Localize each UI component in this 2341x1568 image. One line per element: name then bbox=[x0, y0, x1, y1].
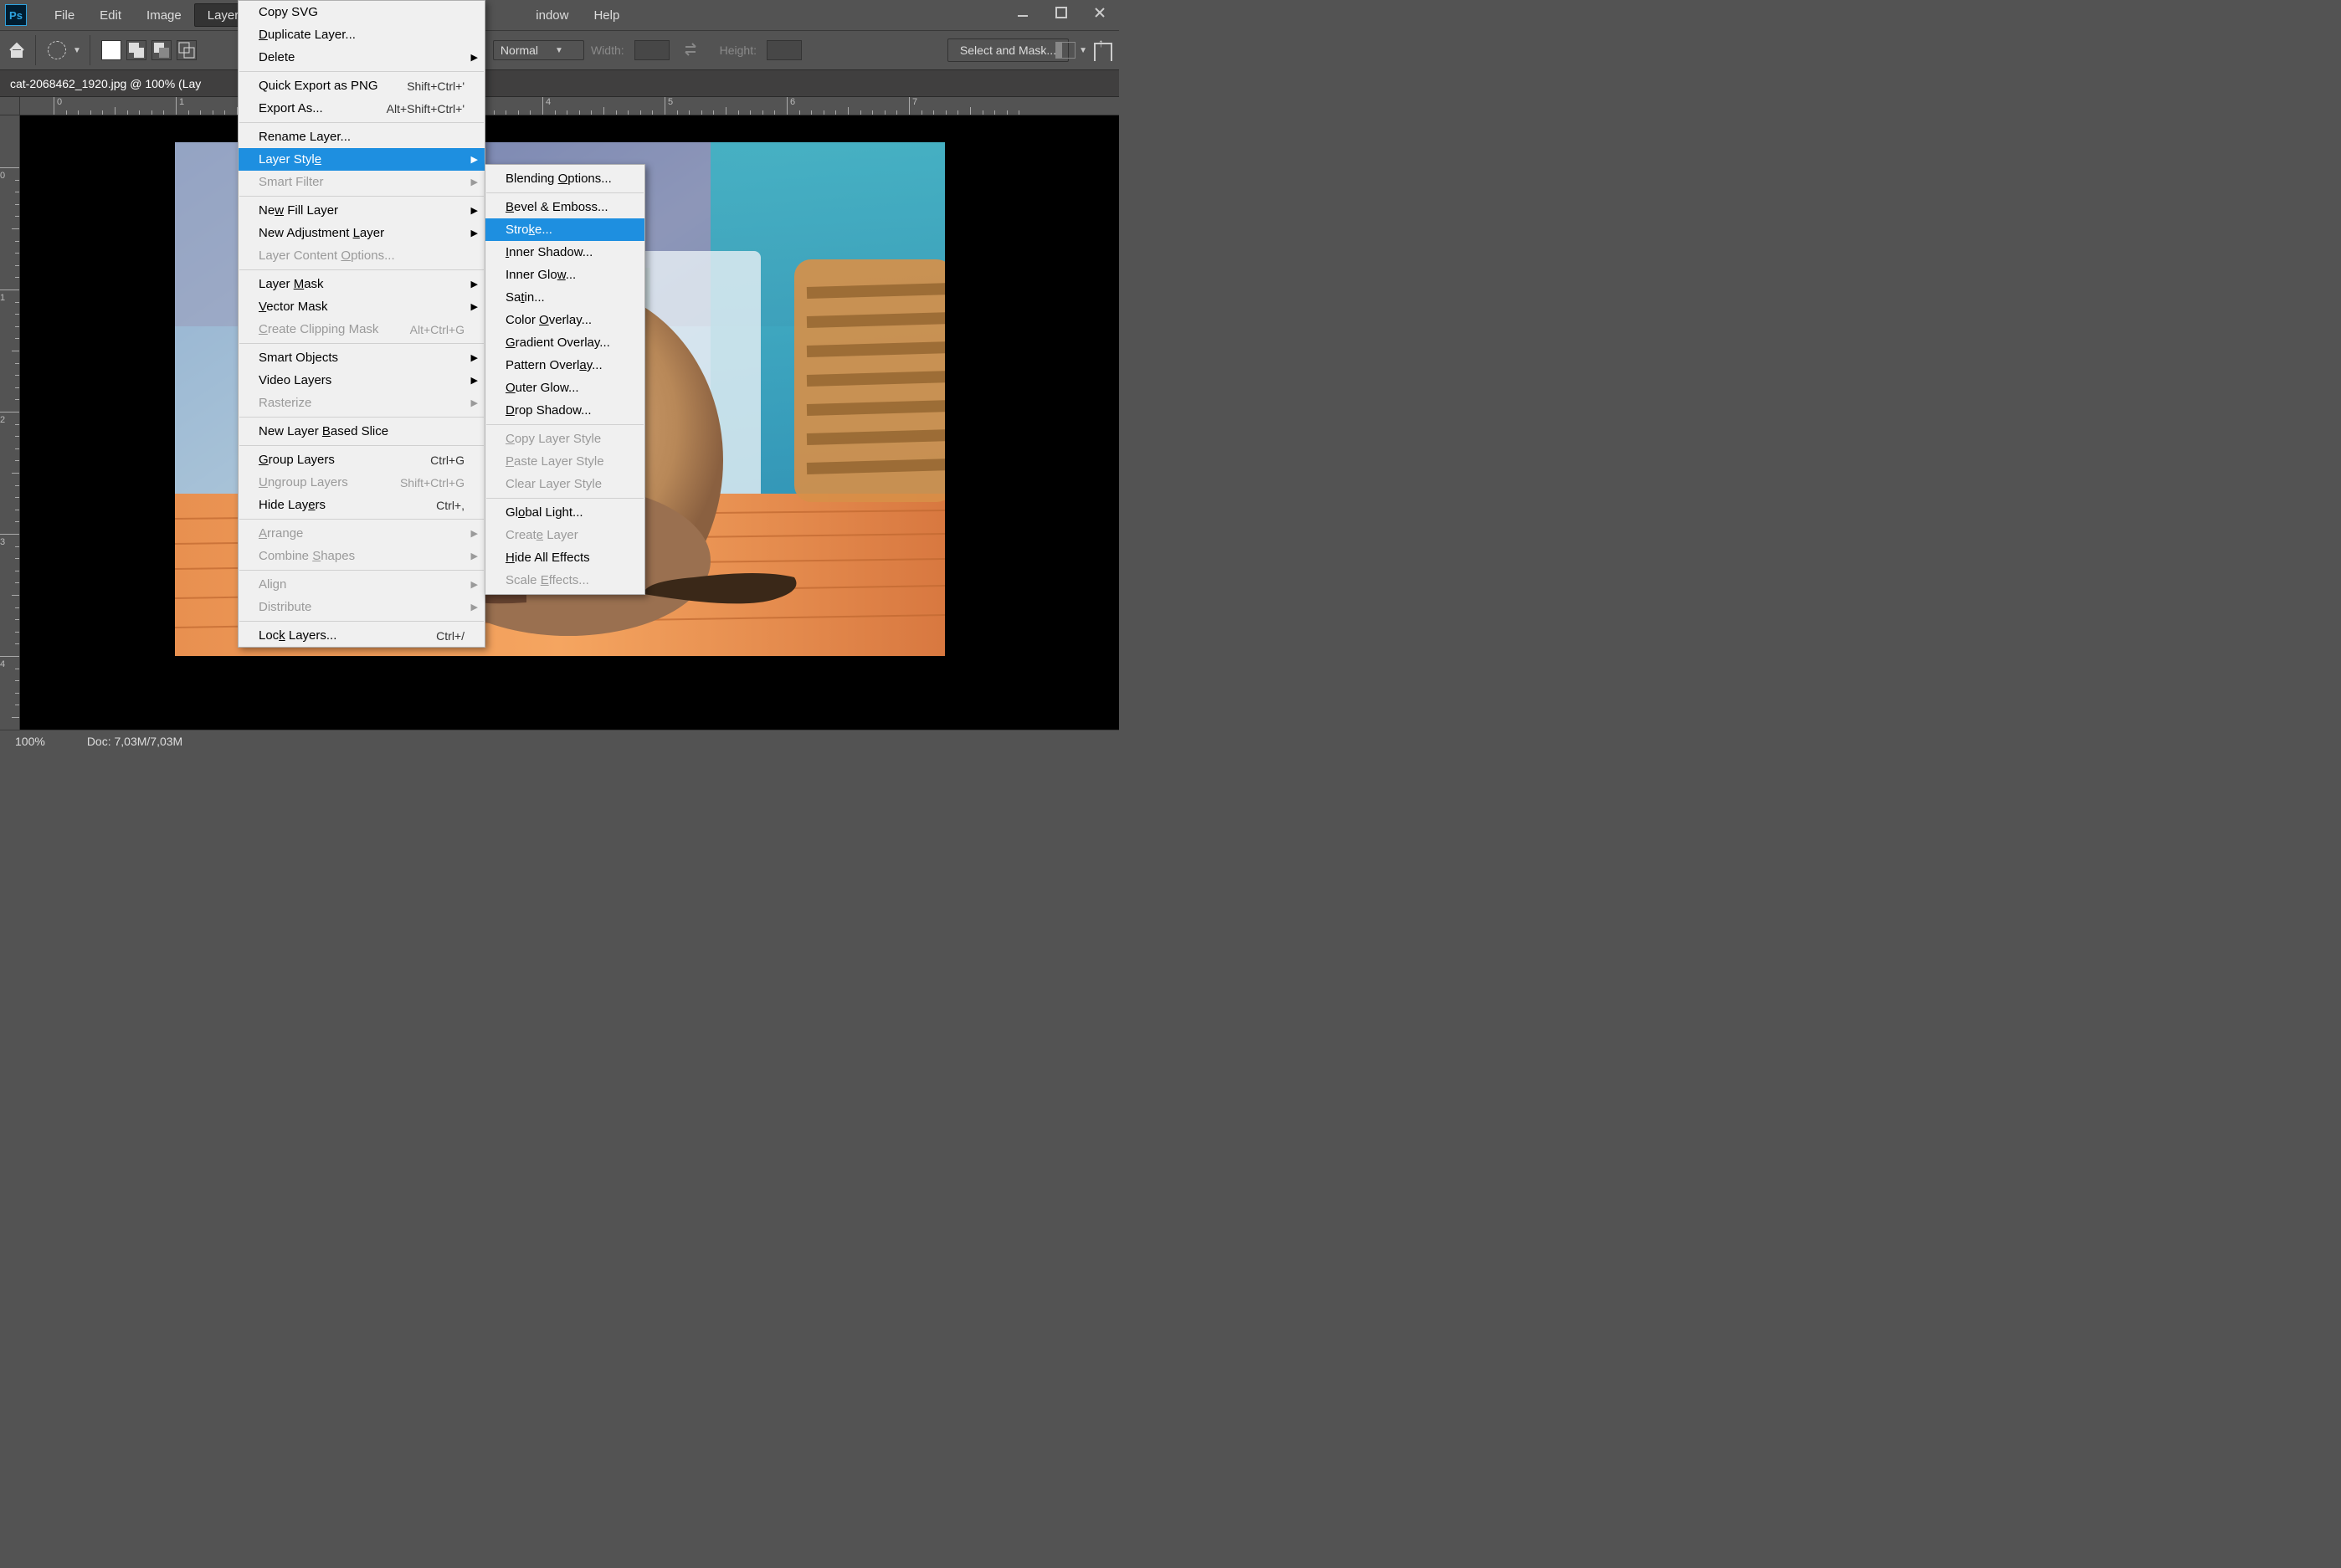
layer-style-submenu: Blending Options... Bevel & Emboss...Stro… bbox=[485, 164, 645, 595]
height-label: Height: bbox=[720, 44, 757, 57]
menu-item[interactable]: Copy SVG bbox=[239, 1, 485, 23]
doc-size: Doc: 7,03M/7,03M bbox=[87, 735, 182, 748]
menu-item[interactable]: Gradient Overlay... bbox=[485, 331, 644, 354]
select-and-mask-button[interactable]: Select and Mask... bbox=[947, 38, 1069, 62]
ruler-corner bbox=[0, 97, 20, 115]
selection-new-icon[interactable] bbox=[101, 40, 121, 60]
style-select[interactable]: Normal▼ bbox=[493, 40, 584, 60]
menu-window[interactable]: indow bbox=[523, 3, 581, 27]
menu-item[interactable]: Global Light... bbox=[485, 501, 644, 524]
menu-file[interactable]: File bbox=[42, 3, 87, 27]
menu-image[interactable]: Image bbox=[134, 3, 194, 27]
menu-item[interactable]: Drop Shadow... bbox=[485, 399, 644, 422]
menu-item: Clear Layer Style bbox=[485, 473, 644, 495]
close-button[interactable] bbox=[1081, 0, 1119, 25]
menu-item: Create Clipping MaskAlt+Ctrl+G bbox=[239, 318, 485, 341]
menu-item: Copy Layer Style bbox=[485, 428, 644, 450]
width-input[interactable] bbox=[634, 40, 670, 60]
share-icon[interactable] bbox=[1094, 43, 1112, 61]
selection-subtract-icon[interactable] bbox=[151, 40, 172, 60]
menu-item: Distribute▶ bbox=[239, 596, 485, 618]
menu-item[interactable]: Group LayersCtrl+G bbox=[239, 448, 485, 471]
menu-item: Paste Layer Style bbox=[485, 450, 644, 473]
menu-item: Align▶ bbox=[239, 573, 485, 596]
selection-shape-dropdown[interactable] bbox=[48, 41, 66, 59]
ruler-horizontal[interactable]: 01234567 bbox=[20, 97, 1119, 115]
menu-item[interactable]: Quick Export as PNGShift+Ctrl+' bbox=[239, 74, 485, 97]
menu-item: Rasterize▶ bbox=[239, 392, 485, 414]
home-icon[interactable] bbox=[7, 40, 27, 60]
menu-item: Ungroup LayersShift+Ctrl+G bbox=[239, 471, 485, 494]
height-input[interactable] bbox=[767, 40, 802, 60]
menu-item[interactable]: Delete▶ bbox=[239, 46, 485, 69]
menu-item[interactable]: Bevel & Emboss... bbox=[485, 196, 644, 218]
menu-item[interactable]: Blending Options... bbox=[485, 167, 644, 190]
menu-item[interactable]: New Adjustment Layer▶ bbox=[239, 222, 485, 244]
minimize-button[interactable] bbox=[1004, 0, 1042, 25]
menu-edit[interactable]: Edit bbox=[87, 3, 134, 27]
zoom-level[interactable]: 100% bbox=[15, 735, 45, 748]
menu-item[interactable]: Smart Objects▶ bbox=[239, 346, 485, 369]
menu-item[interactable]: Satin... bbox=[485, 286, 644, 309]
width-label: Width: bbox=[591, 44, 624, 57]
menu-help[interactable]: Help bbox=[581, 3, 632, 27]
selection-intersect-icon[interactable] bbox=[177, 40, 197, 60]
menu-item[interactable]: Duplicate Layer... bbox=[239, 23, 485, 46]
menu-item: Arrange▶ bbox=[239, 522, 485, 545]
menubar: Ps File Edit Image Layer indow Help bbox=[0, 0, 1119, 30]
workspace-icon[interactable] bbox=[1055, 42, 1076, 59]
options-bar: ▼ Style: Normal▼ Width: Height: Select a… bbox=[0, 30, 1119, 70]
chevron-down-icon[interactable]: ▼ bbox=[1079, 46, 1087, 55]
menu-item[interactable]: Layer Mask▶ bbox=[239, 273, 485, 295]
app-icon: Ps bbox=[5, 4, 27, 26]
maximize-button[interactable] bbox=[1042, 0, 1081, 25]
menu-item[interactable]: Rename Layer... bbox=[239, 126, 485, 148]
status-bar: 100% Doc: 7,03M/7,03M bbox=[0, 730, 1119, 751]
document-tab[interactable]: cat-2068462_1920.jpg @ 100% (Lay bbox=[0, 70, 1119, 97]
menu-item[interactable]: Pattern Overlay... bbox=[485, 354, 644, 377]
menu-item: Combine Shapes▶ bbox=[239, 545, 485, 567]
menu-item: Create Layer bbox=[485, 524, 644, 546]
menu-item[interactable]: Layer Style▶ bbox=[239, 148, 485, 171]
ruler-vertical[interactable]: 01234 bbox=[0, 115, 20, 730]
menu-item[interactable]: Hide LayersCtrl+, bbox=[239, 494, 485, 516]
menu-item: Smart Filter▶ bbox=[239, 171, 485, 193]
chevron-down-icon[interactable]: ▼ bbox=[73, 46, 81, 55]
menu-item: Layer Content Options... bbox=[239, 244, 485, 267]
menu-item[interactable]: Outer Glow... bbox=[485, 377, 644, 399]
menu-item[interactable]: Inner Shadow... bbox=[485, 241, 644, 264]
menu-item[interactable]: New Fill Layer▶ bbox=[239, 199, 485, 222]
selection-add-icon[interactable] bbox=[126, 40, 146, 60]
menu-item[interactable]: Video Layers▶ bbox=[239, 369, 485, 392]
menu-item[interactable]: Lock Layers...Ctrl+/ bbox=[239, 624, 485, 647]
menu-item[interactable]: New Layer Based Slice bbox=[239, 420, 485, 443]
layer-context-menu: Copy SVGDuplicate Layer...Delete▶ Quick E… bbox=[238, 0, 485, 648]
menu-item[interactable]: Color Overlay... bbox=[485, 309, 644, 331]
menu-item: Scale Effects... bbox=[485, 569, 644, 592]
menu-item[interactable]: Stroke... bbox=[485, 218, 644, 241]
menu-item[interactable]: Hide All Effects bbox=[485, 546, 644, 569]
menu-item[interactable]: Vector Mask▶ bbox=[239, 295, 485, 318]
swap-icon[interactable] bbox=[683, 41, 700, 60]
menu-item[interactable]: Inner Glow... bbox=[485, 264, 644, 286]
menu-item[interactable]: Export As...Alt+Shift+Ctrl+' bbox=[239, 97, 485, 120]
